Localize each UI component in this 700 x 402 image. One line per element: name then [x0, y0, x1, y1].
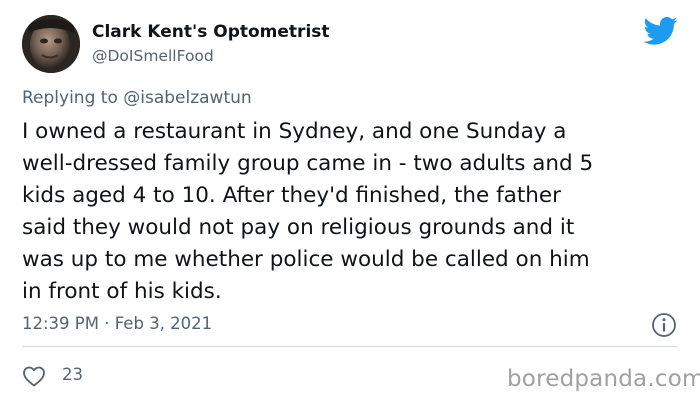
- author-handle[interactable]: @DoISmellFood: [92, 47, 214, 65]
- reply-mention-link[interactable]: @isabelzawtun: [123, 88, 251, 108]
- info-icon[interactable]: [651, 312, 677, 338]
- tweet-card: Clark Kent's Optometrist @DoISmellFood R…: [0, 0, 700, 402]
- replying-to: Replying to @isabelzawtun: [22, 88, 252, 108]
- tweet-timestamp[interactable]: 12:39 PM · Feb 3, 2021: [22, 314, 212, 333]
- heart-icon[interactable]: [22, 365, 46, 387]
- replying-prefix: Replying to: [22, 88, 124, 108]
- author-name[interactable]: Clark Kent's Optometrist: [92, 22, 330, 42]
- avatar[interactable]: [22, 15, 80, 73]
- watermark: boredpanda.com: [507, 366, 700, 392]
- twitter-bird-icon[interactable]: [644, 16, 678, 46]
- tweet-text: I owned a restaurant in Sydney, and one …: [22, 119, 594, 304]
- like-count[interactable]: 23: [62, 365, 83, 384]
- divider: [22, 346, 678, 347]
